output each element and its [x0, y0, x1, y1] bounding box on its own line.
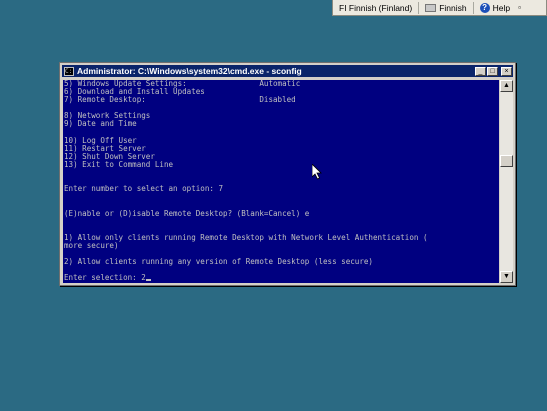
title-bar[interactable]: C: Administrator: C:\Windows\system32\cm… [62, 65, 513, 77]
language-bar: FI Finnish (Finland) Finnish ? Help ▫ [332, 0, 547, 16]
scroll-thumb[interactable] [500, 155, 513, 167]
cmd-window: C: Administrator: C:\Windows\system32\cm… [59, 62, 516, 286]
scroll-down-arrow-icon[interactable]: ▼ [500, 271, 513, 283]
language-bar-divider [472, 1, 474, 14]
console-line: 13) Exit to Command Line [64, 159, 174, 169]
text-cursor [145, 279, 151, 282]
console-line: more secure) [64, 240, 119, 250]
console-line: 2) Allow clients running any version of … [64, 257, 373, 267]
console-line: Enter selection: 2 [63, 274, 499, 282]
maximize-button[interactable]: □ [487, 66, 498, 76]
language-bar-minimize-icon[interactable]: ▫ [518, 3, 521, 12]
console-line: (E)nable or (D)isable Remote Desktop? (B… [64, 208, 310, 218]
vertical-scrollbar[interactable]: ▲ ▼ [500, 80, 513, 283]
scroll-up-arrow-icon[interactable]: ▲ [500, 80, 513, 92]
keyboard-icon [425, 3, 437, 12]
window-title: Administrator: C:\Windows\system32\cmd.e… [77, 66, 302, 76]
help-icon: ? [479, 2, 490, 13]
help-label: Help [492, 2, 511, 13]
console-output[interactable]: 5) Windows Update Settings: Automatic 6) … [63, 80, 499, 283]
close-button[interactable]: × [501, 66, 512, 76]
input-language-selector[interactable]: FI Finnish (Finland) [339, 3, 412, 13]
mouse-pointer-icon [312, 164, 322, 180]
keyboard-label: Finnish [439, 2, 467, 13]
console-line: 9) Date and Time [64, 119, 137, 129]
console-line: 1) Allow only clients running Remote Des… [64, 232, 428, 242]
help-button[interactable]: ? Help [479, 2, 511, 13]
language-bar-divider [418, 1, 420, 14]
console-line: 7) Remote Desktop: Disabled [64, 95, 296, 105]
cmd-app-icon[interactable]: C: [64, 66, 74, 76]
minimize-button[interactable]: _ [475, 66, 486, 76]
language-label: FI Finnish (Finland) [339, 2, 413, 13]
console-line: Enter number to select an option: 7 [64, 184, 224, 194]
keyboard-layout-selector[interactable]: Finnish [425, 2, 467, 13]
